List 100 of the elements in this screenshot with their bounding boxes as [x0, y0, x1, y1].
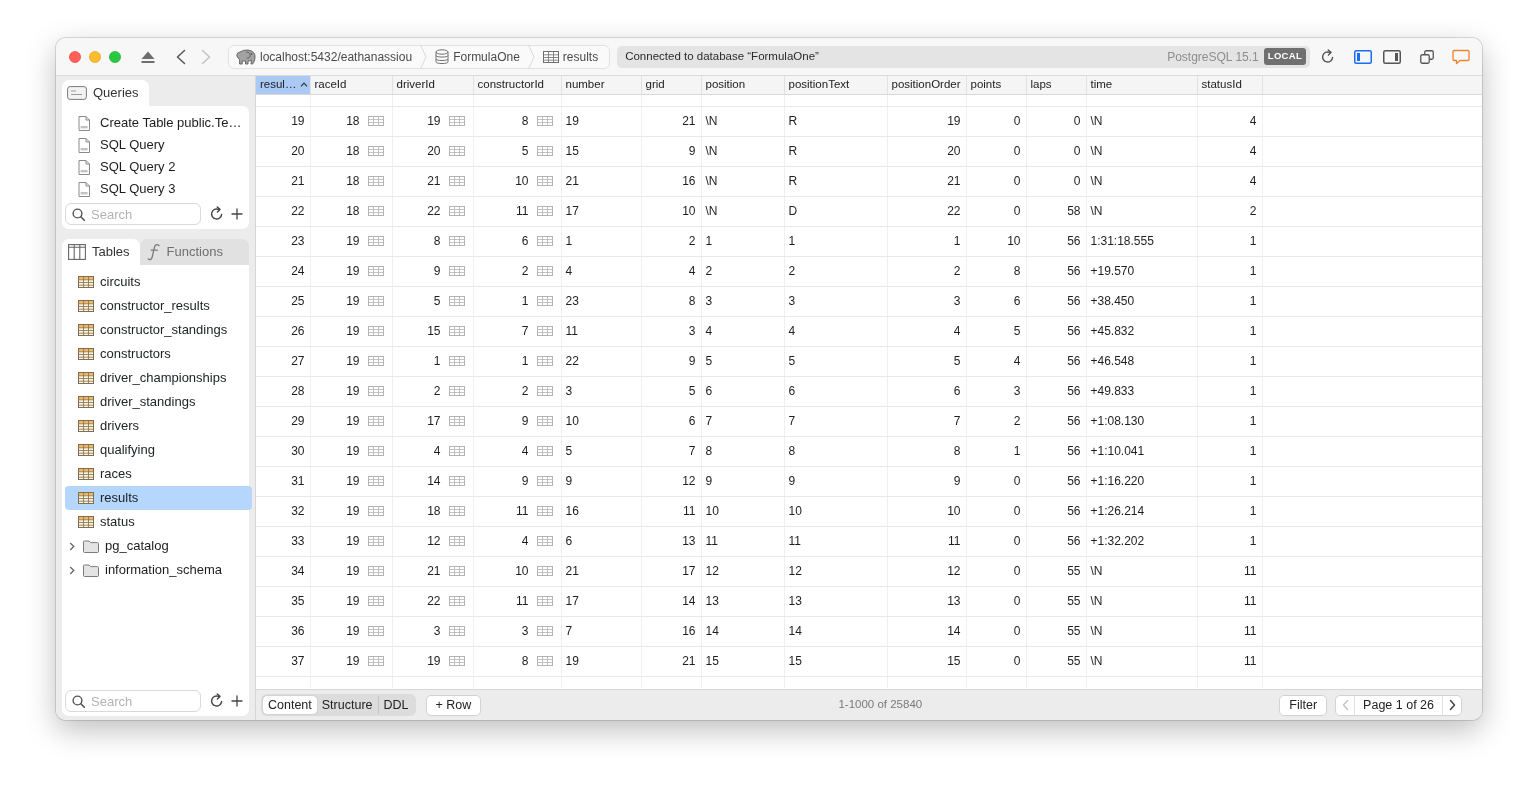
table-icon[interactable]	[536, 446, 553, 456]
column-header[interactable]: driverId	[392, 76, 473, 94]
table-icon[interactable]	[536, 116, 553, 126]
table-icon[interactable]	[536, 206, 553, 216]
table-icon[interactable]	[448, 566, 465, 576]
add-icon[interactable]	[231, 695, 243, 707]
table-icon[interactable]	[367, 326, 384, 336]
table-icon[interactable]	[367, 356, 384, 366]
table-icon[interactable]	[448, 656, 465, 666]
table-icon[interactable]	[536, 296, 553, 306]
column-header[interactable]: statusId	[1197, 76, 1262, 94]
breadcrumb-item[interactable]: localhost:5432/eathanassiou	[236, 47, 413, 66]
zoom-icon[interactable]	[109, 50, 121, 63]
table-icon[interactable]	[448, 386, 465, 396]
table-icon[interactable]	[536, 506, 553, 516]
table-icon[interactable]	[367, 236, 384, 246]
column-header[interactable]: grid	[641, 76, 701, 94]
column-header[interactable]: time	[1086, 76, 1197, 94]
chat-icon[interactable]	[1452, 48, 1470, 65]
add-icon[interactable]	[231, 208, 243, 220]
table-item[interactable]: status	[65, 510, 252, 534]
view-tab[interactable]: Structure	[316, 696, 378, 714]
queries-tab[interactable]: Queries	[62, 80, 149, 106]
table-icon[interactable]	[448, 536, 465, 546]
sidebar-tab[interactable]: Tables	[62, 239, 140, 265]
table-icon[interactable]	[448, 206, 465, 216]
sidebar-tab[interactable]: Functions	[139, 239, 249, 265]
table-icon[interactable]	[536, 236, 553, 246]
filter-button[interactable]: Filter	[1279, 694, 1328, 716]
table-icon[interactable]	[448, 236, 465, 246]
refresh-icon[interactable]	[1320, 48, 1336, 65]
windows-icon[interactable]	[1420, 49, 1434, 64]
column-header[interactable]: constructorId	[473, 76, 561, 94]
table-icon[interactable]	[448, 506, 465, 516]
table-icon[interactable]	[367, 476, 384, 486]
table-icon[interactable]	[536, 356, 553, 366]
query-item[interactable]: Create Table public.Te…	[62, 112, 249, 134]
table-item[interactable]: qualifying	[65, 438, 252, 462]
table-item[interactable]: driver_championships	[65, 366, 252, 390]
table-icon[interactable]	[367, 176, 384, 186]
query-item[interactable]: SQL Query 3	[62, 178, 249, 200]
table-icon[interactable]	[536, 326, 553, 336]
column-header[interactable]: resul…	[256, 76, 310, 94]
left-sidebar-icon[interactable]	[1354, 49, 1372, 64]
table-icon[interactable]	[448, 416, 465, 426]
table-icon[interactable]	[536, 476, 553, 486]
table-item[interactable]: races	[65, 462, 252, 486]
table-item[interactable]: constructor_standings	[65, 318, 252, 342]
table-icon[interactable]	[367, 626, 384, 636]
table-icon[interactable]	[448, 116, 465, 126]
table-icon[interactable]	[536, 566, 553, 576]
column-header[interactable]: positionText	[784, 76, 887, 94]
table-icon[interactable]	[536, 146, 553, 156]
table-icon[interactable]	[448, 326, 465, 336]
table-icon[interactable]	[448, 596, 465, 606]
table-item[interactable]: constructors	[65, 342, 252, 366]
table-icon[interactable]	[367, 446, 384, 456]
schema-item[interactable]: pg_catalog	[65, 534, 246, 558]
table-item[interactable]: driver_standings	[65, 390, 252, 414]
table-icon[interactable]	[448, 146, 465, 156]
chevron-right-icon[interactable]	[68, 541, 76, 551]
table-icon[interactable]	[536, 386, 553, 396]
add-row-button[interactable]: + Row	[425, 694, 482, 716]
table-icon[interactable]	[367, 506, 384, 516]
table-item[interactable]: results	[65, 486, 252, 510]
table-icon[interactable]	[367, 296, 384, 306]
table-icon[interactable]	[448, 446, 465, 456]
column-header[interactable]: points	[966, 76, 1026, 94]
table-icon[interactable]	[536, 416, 553, 426]
query-item[interactable]: SQL Query 2	[62, 156, 249, 178]
table-icon[interactable]	[367, 416, 384, 426]
table-icon[interactable]	[367, 566, 384, 576]
column-header[interactable]: laps	[1026, 76, 1086, 94]
table-icon[interactable]	[536, 536, 553, 546]
back-icon[interactable]	[176, 48, 186, 65]
table-icon[interactable]	[536, 626, 553, 636]
breadcrumb-item[interactable]: FormulaOne	[435, 47, 520, 66]
table-item[interactable]: drivers	[65, 414, 252, 438]
table-icon[interactable]	[367, 116, 384, 126]
close-icon[interactable]	[69, 50, 81, 63]
chevron-right-icon[interactable]	[68, 565, 76, 575]
table-item[interactable]: circuits	[65, 270, 252, 294]
table-icon[interactable]	[367, 596, 384, 606]
column-header[interactable]: positionOrder	[887, 76, 966, 94]
table-icon[interactable]	[367, 536, 384, 546]
table-icon[interactable]	[536, 596, 553, 606]
refresh-icon[interactable]	[209, 693, 223, 709]
column-header[interactable]: position	[701, 76, 784, 94]
schema-item[interactable]: information_schema	[65, 558, 246, 582]
search-field[interactable]: Search	[65, 203, 201, 225]
breadcrumb-item[interactable]: results	[542, 47, 599, 66]
column-header[interactable]: number	[561, 76, 641, 94]
table-item[interactable]: constructor_results	[65, 294, 252, 318]
view-tab[interactable]: DDL	[377, 696, 414, 714]
table-icon[interactable]	[448, 476, 465, 486]
table-icon[interactable]	[536, 266, 553, 276]
table-icon[interactable]	[448, 626, 465, 636]
right-sidebar-icon[interactable]	[1383, 49, 1401, 64]
column-header[interactable]: raceId	[310, 76, 392, 94]
table-icon[interactable]	[367, 146, 384, 156]
